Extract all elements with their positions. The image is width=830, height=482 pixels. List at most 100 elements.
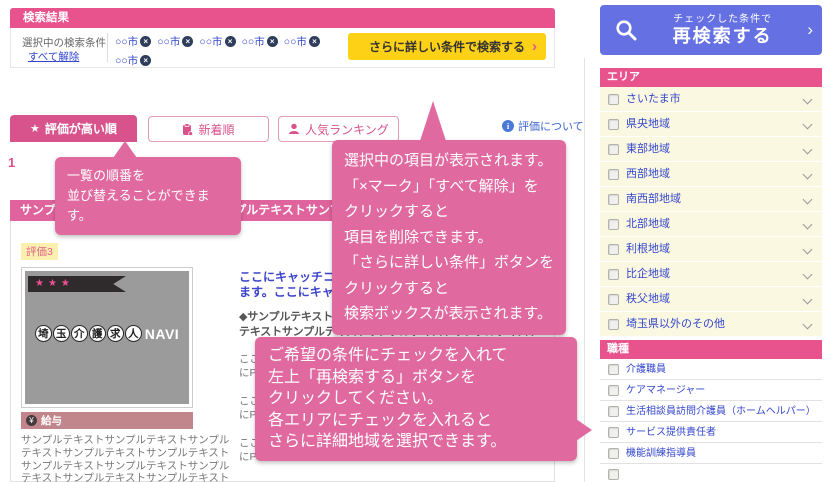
area-label[interactable]: 東部地域 bbox=[626, 137, 670, 162]
chevron-down-icon[interactable] bbox=[802, 219, 813, 230]
chip-label[interactable]: ○○市 bbox=[284, 34, 307, 49]
chevron-down-icon[interactable] bbox=[802, 319, 813, 330]
chip-close-icon[interactable]: × bbox=[140, 36, 152, 47]
area-row-saitama-city[interactable]: さいたま市 bbox=[600, 87, 822, 112]
condition-chip[interactable]: ○○市 × bbox=[284, 34, 320, 49]
checkbox[interactable] bbox=[608, 244, 619, 255]
chevron-down-icon[interactable] bbox=[802, 94, 813, 105]
job-row-kunren-shidouin[interactable]: 機能訓練指導員 bbox=[600, 443, 822, 464]
info-icon: i bbox=[502, 120, 514, 132]
area-label[interactable]: 利根地域 bbox=[626, 237, 670, 262]
chevron-down-icon[interactable] bbox=[802, 269, 813, 280]
checkbox[interactable] bbox=[608, 385, 619, 396]
logo-char: 介 bbox=[70, 325, 88, 342]
job-label[interactable]: 生活相談員訪問介護員（ホームヘルパー） bbox=[626, 401, 816, 422]
checkbox[interactable] bbox=[608, 364, 619, 375]
condition-chip[interactable]: ○○市 × bbox=[157, 34, 194, 49]
job-row-caremanager[interactable]: ケアマネージャー bbox=[600, 380, 822, 401]
logo-char: 人 bbox=[124, 325, 142, 342]
logo-char: 埼 bbox=[34, 325, 52, 342]
area-row-hokubu[interactable]: 北部地域 bbox=[600, 212, 822, 237]
chip-label[interactable]: ○○市 bbox=[115, 53, 138, 68]
checkbox[interactable] bbox=[608, 469, 619, 480]
area-row-chichibu[interactable]: 秩父地域 bbox=[600, 287, 822, 312]
area-label[interactable]: 北部地域 bbox=[626, 212, 670, 237]
condition-chip[interactable]: ○○市 × bbox=[199, 34, 236, 49]
chip-label[interactable]: ○○市 bbox=[199, 34, 222, 49]
checkbox[interactable] bbox=[608, 194, 619, 205]
condition-chip[interactable]: ○○市 × bbox=[242, 34, 278, 49]
chevron-down-icon[interactable] bbox=[802, 119, 813, 130]
chip-label[interactable]: ○○市 bbox=[115, 34, 138, 49]
area-label[interactable]: 西部地域 bbox=[626, 162, 670, 187]
logo-suffix: NAVI bbox=[144, 325, 180, 342]
rating-info-label[interactable]: 評価について bbox=[518, 118, 584, 134]
job-label[interactable]: 介護職員 bbox=[626, 359, 666, 380]
logo-char: 護 bbox=[88, 325, 106, 342]
checkbox[interactable] bbox=[608, 219, 619, 230]
chip-label[interactable]: ○○市 bbox=[242, 34, 265, 49]
search-results-header: 検索結果 bbox=[10, 8, 555, 28]
job-row-service-sekininsha[interactable]: サービス提供責任者 bbox=[600, 422, 822, 443]
callout-sort-order: 一覧の順番を 並び替えることができます。 bbox=[55, 141, 241, 235]
chip-close-icon[interactable]: × bbox=[308, 36, 320, 47]
page-number: 1 bbox=[8, 155, 16, 170]
chip-close-icon[interactable]: × bbox=[266, 36, 278, 47]
checkbox[interactable] bbox=[608, 319, 619, 330]
area-label[interactable]: 南西部地域 bbox=[626, 187, 681, 212]
area-label[interactable]: 秩父地域 bbox=[626, 287, 670, 312]
area-row-tone[interactable]: 利根地域 bbox=[600, 237, 822, 262]
tab-newest[interactable]: 新着順 bbox=[148, 116, 269, 142]
checkbox[interactable] bbox=[608, 269, 619, 280]
chevron-down-icon[interactable] bbox=[802, 144, 813, 155]
job-type-panel-header: 職種 bbox=[600, 340, 822, 359]
job-row-soudanin-helper[interactable]: 生活相談員訪問介護員（ホームヘルパー） bbox=[600, 401, 822, 422]
chip-close-icon[interactable]: × bbox=[182, 36, 194, 47]
condition-chip[interactable]: ○○市 × bbox=[115, 53, 152, 68]
job-label[interactable]: 機能訓練指導員 bbox=[626, 443, 696, 464]
area-row-toubu[interactable]: 東部地域 bbox=[600, 137, 822, 162]
tab-rating-order[interactable]: ★ 評価が高い順 bbox=[10, 115, 137, 142]
job-row-kaigoshokuin[interactable]: 介護職員 bbox=[600, 359, 822, 380]
condition-chip[interactable]: ○○市 × bbox=[115, 34, 152, 49]
detail-search-button[interactable]: さらに詳しい条件で検索する › bbox=[348, 33, 546, 60]
research-button-large-label: 再検索する bbox=[672, 26, 773, 46]
area-row-nanseibu[interactable]: 南西部地域 bbox=[600, 187, 822, 212]
area-row-seibu[interactable]: 西部地域 bbox=[600, 162, 822, 187]
job-label[interactable]: サービス提供責任者 bbox=[626, 422, 716, 443]
area-label[interactable]: 比企地域 bbox=[626, 262, 670, 287]
research-button-text: チェックした条件で 再検索する bbox=[638, 14, 807, 46]
checkbox[interactable] bbox=[608, 406, 619, 417]
area-label[interactable]: 県央地域 bbox=[626, 112, 670, 137]
chip-close-icon[interactable]: × bbox=[224, 36, 236, 47]
arrow-right-icon: › bbox=[532, 38, 537, 55]
area-label[interactable]: さいたま市 bbox=[626, 87, 681, 112]
chip-close-icon[interactable]: × bbox=[140, 55, 152, 66]
checkbox[interactable] bbox=[608, 144, 619, 155]
research-button[interactable]: チェックした条件で 再検索する › bbox=[600, 5, 822, 55]
chevron-down-icon[interactable] bbox=[802, 169, 813, 180]
chevron-down-icon[interactable] bbox=[802, 294, 813, 305]
area-label[interactable]: 埼玉県以外のその他 bbox=[626, 312, 725, 337]
callout-selected-items: 選択中の項目が表示されます。 「×マーク」「すべて解除」を クリックすると 項目… bbox=[332, 101, 566, 335]
checkbox[interactable] bbox=[608, 119, 619, 130]
clear-all-link[interactable]: すべて解除 bbox=[28, 49, 79, 64]
job-label[interactable]: ケアマネージャー bbox=[626, 380, 705, 401]
chip-label[interactable]: ○○市 bbox=[157, 34, 180, 49]
chevron-down-icon[interactable] bbox=[802, 244, 813, 255]
area-row-other[interactable]: 埼玉県以外のその他 bbox=[600, 312, 822, 337]
checkbox[interactable] bbox=[608, 448, 619, 459]
checkbox[interactable] bbox=[608, 294, 619, 305]
checkbox[interactable] bbox=[608, 169, 619, 180]
checkbox[interactable] bbox=[608, 94, 619, 105]
area-row-hiki[interactable]: 比企地域 bbox=[600, 262, 822, 287]
chevron-down-icon[interactable] bbox=[802, 194, 813, 205]
area-row-kenou[interactable]: 県央地域 bbox=[600, 112, 822, 137]
clipboard-icon bbox=[183, 122, 194, 136]
job-row-partial[interactable] bbox=[600, 464, 822, 482]
tab-popularity[interactable]: 人気ランキング bbox=[278, 116, 399, 142]
rating-badge: 評価3 bbox=[21, 243, 58, 260]
rating-info-link[interactable]: i 評価について bbox=[502, 118, 584, 134]
job-photo[interactable]: ★★★ 埼 玉 介 護 求 人 NAVI bbox=[21, 267, 193, 408]
checkbox[interactable] bbox=[608, 427, 619, 438]
